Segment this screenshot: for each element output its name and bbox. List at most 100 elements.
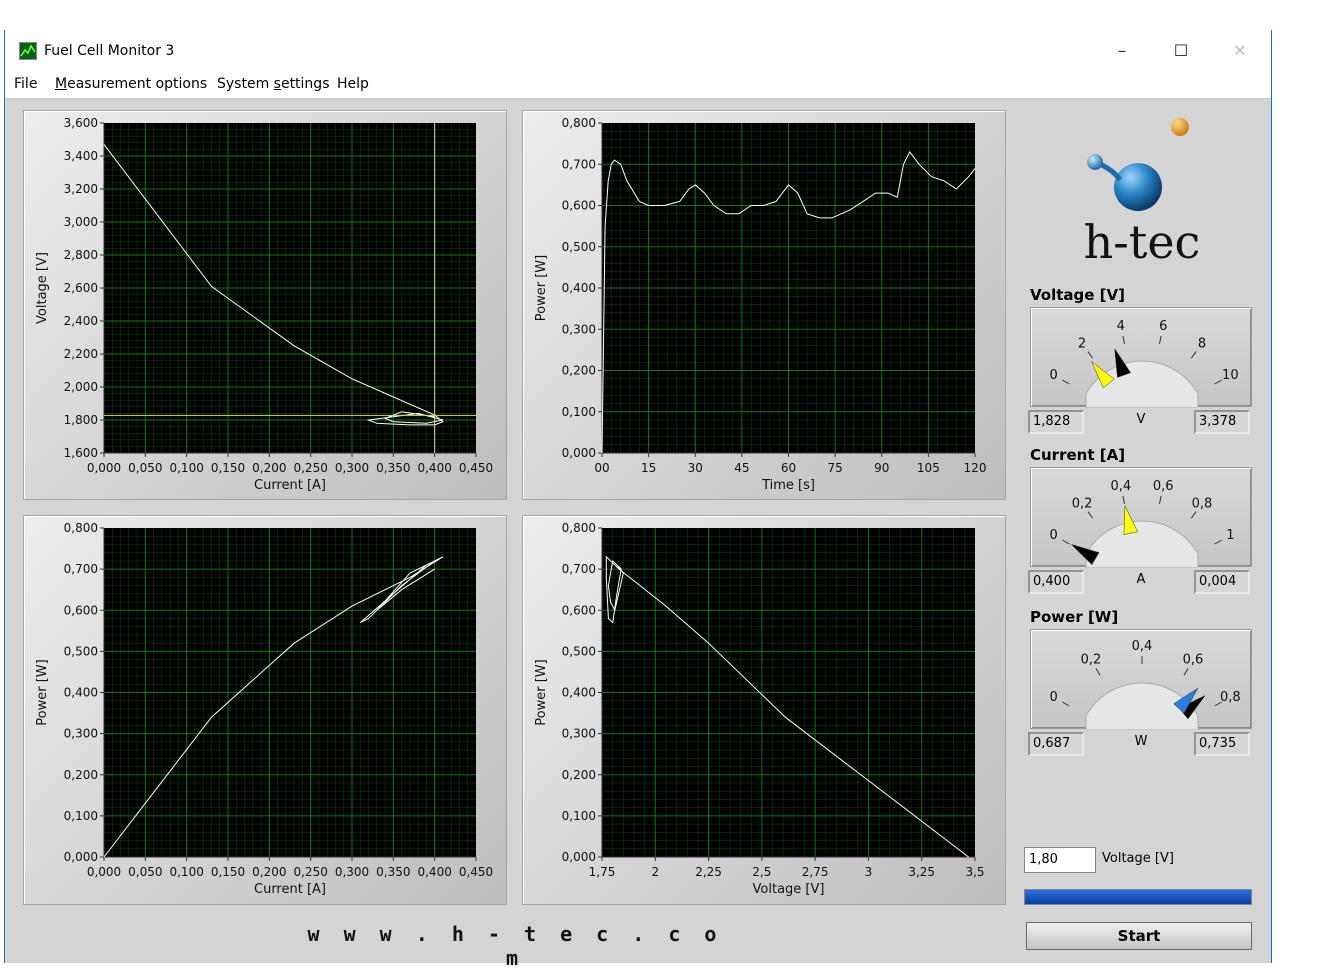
window-title: Fuel Cell Monitor 3 [44,43,175,59]
voltage-peak-value: 3,378 [1194,410,1250,434]
gauge-value-needle [1123,505,1138,535]
menu-system-settings[interactable]: System settings [217,76,330,92]
voltage-gauge: 0 2 4 6 8 10 [1030,307,1252,408]
x-tick-label: 0,000 [87,461,121,475]
menu-file[interactable]: File [14,76,37,92]
gauge-tick-label: 0 [1050,528,1058,543]
voltage-current-graph[interactable]: 0,000 0,050 0,100 0,150 0,200 0,250 0,300 0,350… [23,110,507,500]
x-tick-label: 0,250 [293,865,327,879]
x-tick-label: 0,450 [459,865,493,879]
menu-measurement-options[interactable]: Measurement options [55,76,207,92]
gauge-tick-label: 8 [1198,336,1206,351]
power-time-plot: 00 15 30 45 60 75 90 105 120 0,000 0,100 0,200 0,300… [534,116,986,493]
x-tick-label: 3,5 [965,865,984,879]
y-tick-label: 0,700 [562,157,596,171]
x-tick-label: 0,250 [293,461,327,475]
x-tick-label: 0,350 [376,865,410,879]
gauge-tick [1190,511,1197,519]
menu-help[interactable]: Help [337,76,369,92]
y-tick-label: 0,000 [562,850,596,864]
power-gauge: 0 0,2 0,4 0,6 0,8 [1030,629,1252,730]
current-current-value: 0,400 [1028,570,1084,594]
power-voltage-graph[interactable]: 1,75 2 2,25 2,5 2,75 3 3,25 3,5 0,000 0,100 0,200 0… [522,515,1006,905]
x-tick-label: 0,300 [335,461,369,475]
x-tick-label: 105 [917,461,940,475]
gauge-tick-label: 0,2 [1081,653,1102,668]
y-tick-label: 2,400 [64,314,98,328]
y-tick-label: 3,000 [64,215,98,229]
gauge-tick-label: 0,6 [1153,479,1174,494]
title-bar[interactable]: Fuel Cell Monitor 3 – ☐ ✕ [5,30,1271,72]
y-tick-label: 3,200 [64,182,98,196]
y-tick-label: 1,600 [64,446,98,460]
y-tick-label: 0,300 [562,727,596,741]
y-axis-label: Power [W] [534,659,549,725]
gauge-tick [1158,335,1162,344]
minimize-button[interactable]: – [1099,36,1145,66]
x-axis-label: Time [s] [761,478,815,493]
gauge-tick-label: 1 [1226,528,1234,543]
close-button[interactable]: ✕ [1217,36,1263,66]
voltage-current-plot: 0,000 0,050 0,100 0,150 0,200 0,250 0,300 0,350… [35,116,493,493]
x-axis-label: Voltage [V] [753,882,825,897]
gauge-tick-label: 0,4 [1132,639,1153,654]
y-tick-label: 0,200 [562,768,596,782]
x-tick-label: 1,75 [589,865,616,879]
power-current-graph[interactable]: 0,000 0,050 0,100 0,150 0,200 0,250 0,300 0,350… [23,515,507,905]
h-tec-logo-icon: h-tec [1084,118,1200,269]
x-tick-label: 0,200 [252,865,286,879]
power-unit-label: W [1134,734,1148,749]
gauge-tick [1190,351,1197,359]
y-tick-label: 0,000 [562,446,596,460]
y-tick-label: 0,800 [562,521,596,535]
gauge-tick [1122,335,1126,344]
gauge-tick-label: 10 [1222,368,1239,383]
gauge-tick-label: 4 [1117,319,1125,334]
gauge-tick-label: 0,2 [1072,496,1093,511]
y-axis-label: Power [W] [35,659,50,725]
power-current-plot: 0,000 0,050 0,100 0,150 0,200 0,250 0,300 0,350… [35,521,493,897]
voltage-current-value: 1,828 [1028,410,1084,434]
y-tick-label: 1,800 [64,413,98,427]
maximize-button[interactable]: ☐ [1158,36,1204,66]
gauge-tick [1062,701,1070,707]
voltage-setpoint-input[interactable]: 1,80 [1024,847,1096,873]
x-tick-label: 0,050 [128,461,162,475]
x-tick-label: 0,000 [87,865,121,879]
y-tick-label: 0,500 [64,644,98,658]
x-tick-label: 0,150 [211,865,245,879]
x-axis-label: Current [A] [254,882,326,897]
y-tick-label: 0,400 [562,686,596,700]
x-tick-label: 2,75 [802,865,829,879]
gauge-tick [1062,379,1070,385]
y-tick-label: 0,600 [562,199,596,213]
y-tick-label: 0,600 [64,603,98,617]
y-axis-label: Power [W] [534,255,549,321]
x-tick-label: 3,25 [908,865,935,879]
gauge-tick-label: 2 [1078,336,1086,351]
x-tick-label: 0,200 [252,461,286,475]
y-tick-label: 0,700 [562,562,596,576]
x-axis-label: Current [A] [254,478,326,493]
y-tick-label: 0,100 [562,405,596,419]
grid-lines [602,528,975,857]
y-tick-label: 0,800 [562,116,596,130]
gauge-tick-label: 0,4 [1110,479,1131,494]
x-tick-label: 45 [734,461,749,475]
gauge-tick-label: 0,8 [1192,496,1213,511]
y-tick-label: 0,700 [64,562,98,576]
x-tick-label: 15 [641,461,656,475]
y-tick-label: 2,800 [64,248,98,262]
x-tick-label: 0,450 [459,461,493,475]
start-button[interactable]: Start [1026,922,1252,950]
current-peak-value: 0,004 [1194,570,1250,594]
y-axis-label: Voltage [V] [35,252,50,324]
gauge-tick-label: 6 [1159,319,1167,334]
app-logo-icon [19,42,37,60]
x-tick-label: 75 [827,461,842,475]
power-time-graph[interactable]: 00 15 30 45 60 75 90 105 120 0,000 0,100 0,200 0,300… [522,110,1006,500]
y-tick-label: 3,400 [64,149,98,163]
gauge-tick [1183,668,1189,676]
current-unit-label: A [1136,572,1146,587]
x-tick-label: 0,100 [169,865,203,879]
